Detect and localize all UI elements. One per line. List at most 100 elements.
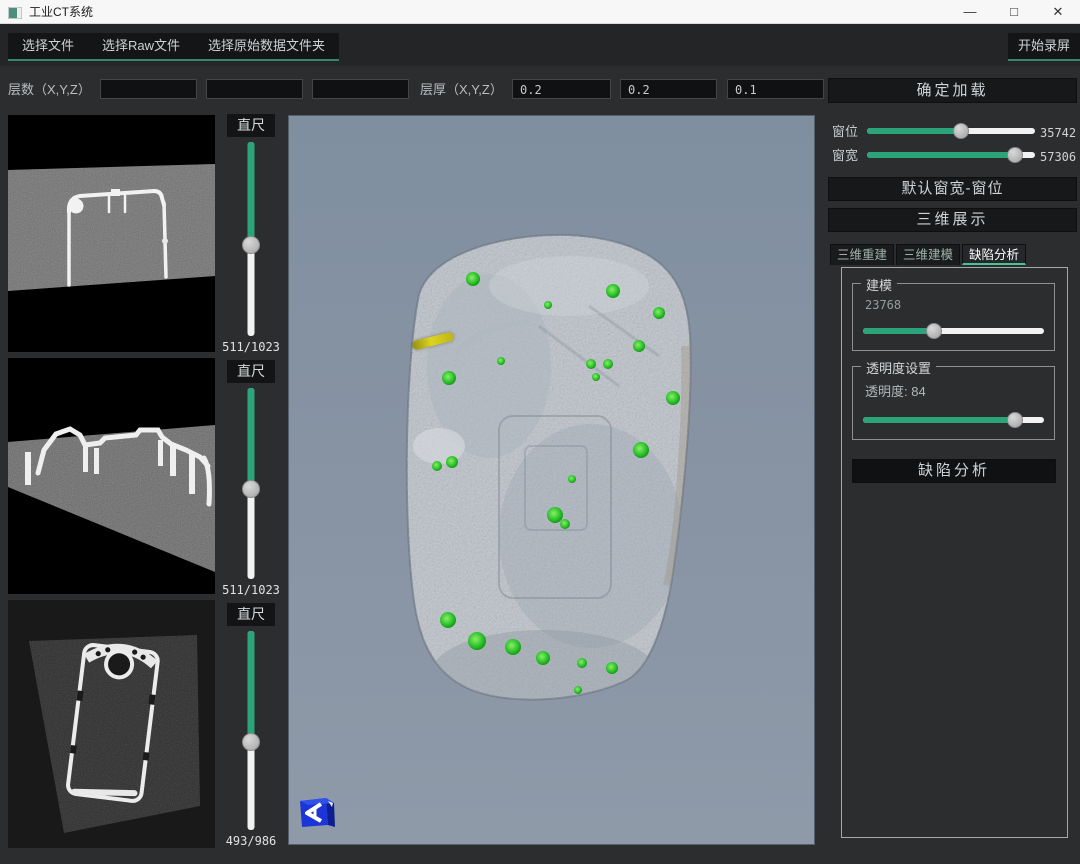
slice-slider-column-1: 直尺 511/1023: [219, 114, 283, 354]
defect-marker: [633, 340, 645, 352]
slider-handle[interactable]: [926, 323, 942, 339]
modeling-groupbox: 建模 23768: [852, 283, 1055, 351]
slice-position-value-2: 511/1023: [222, 583, 280, 597]
ruler-button-1[interactable]: 直尺: [227, 114, 275, 137]
window-width-value: 57306: [1040, 148, 1076, 166]
thickness-y-input[interactable]: 0.2: [620, 79, 717, 99]
thickness-z-input[interactable]: 0.1: [727, 79, 824, 99]
transparency-value-label: 透明度: 84: [865, 381, 926, 400]
layers-label: 层数（X,Y,Z）: [8, 79, 91, 101]
defect-marker: [574, 686, 582, 694]
defect-analysis-button[interactable]: 缺陷分析: [852, 459, 1056, 483]
tab-3d-reconstruction[interactable]: 三维重建: [830, 244, 894, 265]
tab-defect-analysis[interactable]: 缺陷分析: [962, 244, 1026, 265]
window-level-slider[interactable]: [867, 122, 1035, 140]
slice-slider-column-3: 直尺 493/986: [219, 603, 283, 848]
thickness-x-input[interactable]: 0.2: [512, 79, 611, 99]
maximize-button[interactable]: □: [992, 0, 1036, 23]
defect-marker: [442, 371, 456, 385]
transparency-slider[interactable]: [863, 411, 1044, 429]
defect-marker: [468, 632, 486, 650]
tab-3d-modeling[interactable]: 三维建模: [896, 244, 960, 265]
slice-slider-column-2: 直尺 511/1023: [219, 360, 283, 597]
slider-fill: [863, 417, 1015, 423]
defect-marker: [606, 662, 618, 674]
layers-x-input[interactable]: [100, 79, 197, 99]
title-bar: 工业CT系统 — □ ✕: [0, 0, 1080, 24]
slice-position-slider-3[interactable]: [240, 631, 262, 830]
slider-fill: [863, 328, 934, 334]
ruler-button-2[interactable]: 直尺: [227, 360, 275, 383]
orientation-cube-logo[interactable]: [296, 793, 336, 833]
slider-handle[interactable]: [953, 123, 969, 139]
start-recording-button[interactable]: 开始录屏: [1008, 33, 1080, 61]
display-3d-button[interactable]: 三维展示: [828, 208, 1077, 232]
slider-handle[interactable]: [242, 480, 260, 498]
select-raw-file-button[interactable]: 选择Raw文件: [88, 33, 194, 59]
select-file-button[interactable]: 选择文件: [8, 33, 88, 59]
defect-marker: [440, 612, 456, 628]
defect-marker: [560, 519, 570, 529]
default-window-button[interactable]: 默认窗宽-窗位: [828, 177, 1077, 201]
slice-position-slider-2[interactable]: [240, 388, 262, 579]
slider-handle[interactable]: [1007, 147, 1023, 163]
defect-marker: [446, 456, 458, 468]
ct-slice-side-view[interactable]: [8, 358, 215, 594]
defect-marker: [603, 359, 613, 369]
thickness-label: 层厚（X,Y,Z）: [420, 79, 503, 101]
select-raw-data-folder-button[interactable]: 选择原始数据文件夹: [194, 33, 339, 59]
modeling-slider[interactable]: [863, 322, 1044, 340]
window-title: 工业CT系统: [29, 3, 93, 20]
window-width-label: 窗宽: [832, 147, 858, 165]
transparency-group-title: 透明度设置: [861, 358, 936, 377]
slider-fill: [867, 128, 961, 134]
ruler-button-3[interactable]: 直尺: [227, 603, 275, 626]
slider-handle[interactable]: [242, 733, 260, 751]
app-icon: [8, 6, 22, 18]
ct-slice-top-view[interactable]: [8, 115, 215, 352]
tab-content-frame: [841, 267, 1068, 838]
toolbar: 选择文件 选择Raw文件 选择原始数据文件夹 开始录屏: [0, 24, 1080, 66]
slider-handle[interactable]: [242, 236, 260, 254]
defect-marker: [544, 301, 552, 309]
slider-fill: [867, 152, 1015, 158]
slice-position-value-1: 511/1023: [222, 340, 280, 354]
transparency-groupbox: 透明度设置 透明度: 84: [852, 366, 1055, 440]
close-button[interactable]: ✕: [1036, 0, 1080, 23]
window-level-value: 35742: [1040, 124, 1076, 142]
modeling-value: 23768: [865, 298, 901, 312]
modeling-group-title: 建模: [861, 275, 897, 294]
slider-fill: [248, 388, 255, 489]
ct-slice-frame-view[interactable]: [8, 600, 215, 848]
file-button-group: 选择文件 选择Raw文件 选择原始数据文件夹: [8, 33, 339, 61]
slider-fill: [248, 142, 255, 245]
slice-position-slider-1[interactable]: [240, 142, 262, 336]
defect-marker: [633, 442, 649, 458]
defect-marker: [536, 651, 550, 665]
defect-marker: [592, 373, 600, 381]
slider-handle[interactable]: [1007, 412, 1023, 428]
confirm-load-button[interactable]: 确定加载: [828, 78, 1077, 103]
minimize-button[interactable]: —: [948, 0, 992, 23]
industrial-ct-window: 工业CT系统 — □ ✕ 选择文件 选择Raw文件 选择原始数据文件夹 开始录屏…: [0, 0, 1080, 864]
defect-marker: [466, 272, 480, 286]
defect-marker: [568, 475, 576, 483]
defect-marker: [432, 461, 442, 471]
window-level-label: 窗位: [832, 123, 858, 141]
defect-layer: [289, 116, 814, 844]
analysis-tabbar: 三维重建 三维建模 缺陷分析: [830, 244, 1026, 265]
defect-marker: [653, 307, 665, 319]
window-width-slider[interactable]: [867, 146, 1035, 164]
layers-z-input[interactable]: [312, 79, 409, 99]
viewport-3d[interactable]: [288, 115, 815, 845]
defect-marker: [505, 639, 521, 655]
defect-marker: [497, 357, 505, 365]
defect-marker: [577, 658, 587, 668]
defect-marker: [586, 359, 596, 369]
defect-marker: [666, 391, 680, 405]
slice-position-value-3: 493/986: [226, 834, 277, 848]
defect-marker-streak: [412, 331, 455, 350]
slider-fill: [248, 631, 255, 742]
defect-marker: [606, 284, 620, 298]
layers-y-input[interactable]: [206, 79, 303, 99]
